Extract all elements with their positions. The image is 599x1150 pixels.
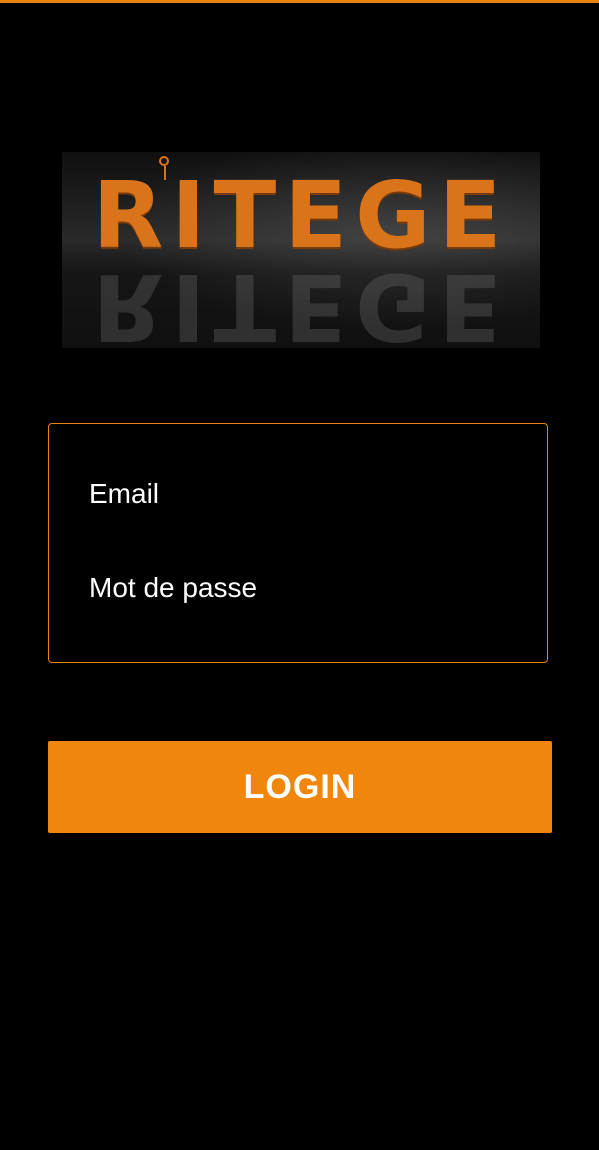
- logo-reflection: RITEGE: [92, 253, 510, 348]
- password-field[interactable]: [89, 566, 509, 610]
- ritege-logo: RITEGE RITEGE: [62, 152, 540, 348]
- logo-text: RITEGE: [92, 162, 510, 269]
- login-button[interactable]: LOGIN: [48, 741, 552, 833]
- login-form: [48, 423, 548, 663]
- email-field[interactable]: [89, 472, 509, 516]
- top-accent-bar: [0, 0, 599, 3]
